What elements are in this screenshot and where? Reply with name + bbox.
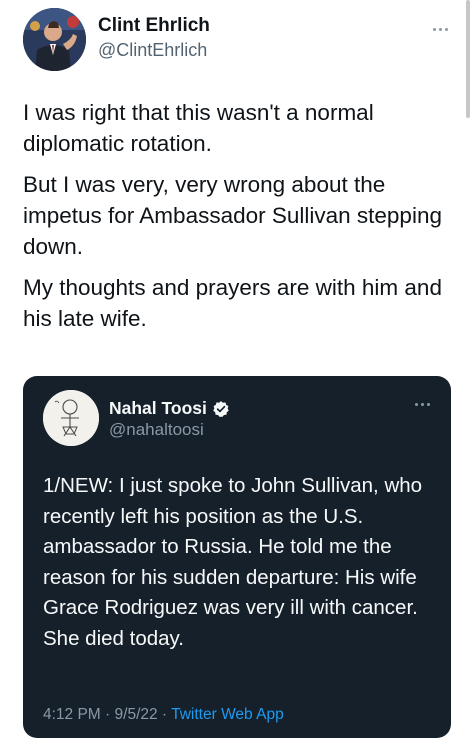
tweet-text: I was right that this wasn't a normal di… bbox=[23, 97, 458, 344]
author-handle[interactable]: @ClintEhrlich bbox=[98, 40, 207, 61]
tweet-paragraph: But I was very, very wrong about the imp… bbox=[23, 172, 442, 259]
quoted-author-avatar[interactable] bbox=[43, 390, 99, 446]
tweet-paragraph: I was right that this wasn't a normal di… bbox=[23, 100, 374, 156]
quoted-tweet-time[interactable]: 4:12 PM bbox=[43, 706, 101, 723]
quoted-tweet[interactable]: Nahal Toosi @nahaltoosi 1/NEW: I just sp… bbox=[23, 376, 451, 738]
verified-badge-icon bbox=[213, 400, 229, 417]
tweet: Clint Ehrlich @ClintEhrlich I was right … bbox=[0, 0, 474, 750]
more-options-icon[interactable] bbox=[428, 22, 452, 36]
quoted-author-handle[interactable]: @nahaltoosi bbox=[109, 420, 204, 440]
avatar-photo-icon bbox=[23, 8, 86, 71]
scrollbar[interactable] bbox=[466, 0, 470, 118]
quoted-tweet-meta: 4:12 PM · 9/5/22 · Twitter Web App bbox=[43, 706, 284, 724]
quoted-tweet-date[interactable]: 9/5/22 bbox=[115, 706, 158, 723]
meta-separator: · bbox=[157, 706, 172, 723]
quoted-author-name[interactable]: Nahal Toosi bbox=[109, 398, 207, 419]
quoted-author-name-row: Nahal Toosi bbox=[109, 398, 230, 419]
quoted-tweet-source-link[interactable]: Twitter Web App bbox=[171, 706, 284, 723]
quoted-more-options-icon[interactable] bbox=[411, 398, 433, 410]
author-avatar[interactable] bbox=[23, 8, 86, 71]
quoted-tweet-text: 1/NEW: I just spoke to John Sullivan, wh… bbox=[43, 474, 423, 650]
stick-figure-drawing-icon bbox=[43, 390, 99, 446]
meta-separator: · bbox=[100, 706, 115, 723]
author-name[interactable]: Clint Ehrlich bbox=[98, 15, 210, 37]
tweet-paragraph: My thoughts and prayers are with him and… bbox=[23, 275, 442, 331]
